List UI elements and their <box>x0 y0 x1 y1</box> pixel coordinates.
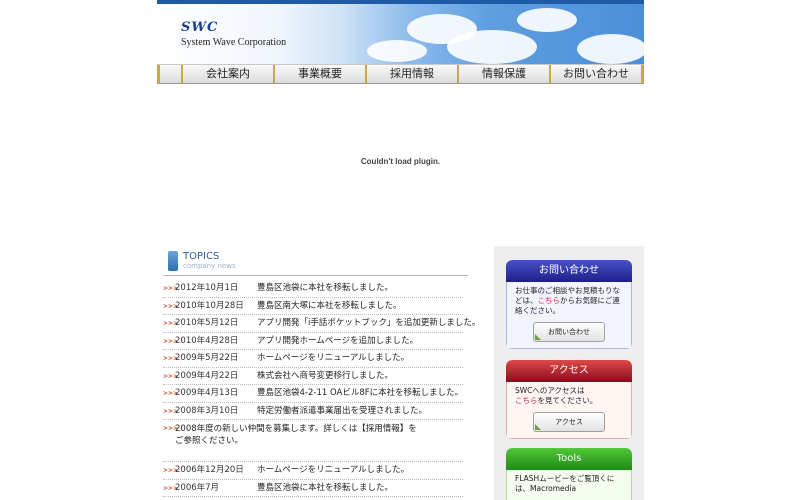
news-text: 豊島区南大塚に本社を移転しました。 <box>257 300 402 311</box>
news-date: 2010年4月28日 <box>175 335 239 346</box>
news-item: >>> 2006年7月 豊島区池袋に本社を移転しました。 <box>163 480 463 497</box>
news-text: 株式会社へ商号変更移行しました。 <box>257 370 394 381</box>
tools-box: Tools FLASHムービーをご覧頂くには、Macromedia <box>506 448 632 500</box>
access-button-label: アクセス <box>555 418 583 426</box>
news-item: >>> 2010年4月28日 アプリ開発ホームページを追加しました。 <box>163 333 463 350</box>
sidebar: お問い合わせ お仕事のご相談やお見積もりなどは、こちらからお気軽にご連絡ください… <box>494 246 644 500</box>
news-date: 2009年4月22日 <box>175 370 239 381</box>
topics-divider <box>163 275 468 276</box>
news-item: >>> 2009年4月13日 豊島区池袋4-2-11 OAビル8Fに本社を移転し… <box>163 385 463 403</box>
cloud-graphic <box>367 40 427 62</box>
nav-item-business[interactable]: 事業概要 <box>273 65 365 83</box>
plugin-error-message: Couldn't load plugin. <box>360 157 441 166</box>
contact-button-label: お問い合わせ <box>548 328 590 336</box>
topics-icon <box>168 251 178 271</box>
button-corner-icon <box>535 334 541 340</box>
news-list: >>> 2012年10月1日 豊島区池袋に本社を移転しました。 >>> 2010… <box>163 280 480 497</box>
access-box-text: を見てください。 <box>537 396 598 405</box>
news-date: 2010年10月28日 <box>175 300 244 311</box>
news-item: >>> 2010年10月28日 豊島区南大塚に本社を移転しました。 <box>163 298 463 315</box>
news-date: 2006年7月 <box>175 482 220 493</box>
news-text: 豊島区池袋4-2-11 OAビル8Fに本社を移転しました。 <box>257 388 464 398</box>
news-item: >>> 2008年3月10日 特定労働者派遣事業届出を受理されました。 <box>163 403 463 420</box>
news-item: >>> 2010年5月12日 アプリ開発「i手話ポケットブック」を追加更新しまし… <box>163 315 480 333</box>
access-link[interactable]: こちら <box>515 396 538 405</box>
page: SWC System Wave Corporation 会社案内 事業概要 採用… <box>0 0 800 500</box>
contact-box-body: お仕事のご相談やお見積もりなどは、こちらからお気軽にご連絡ください。 お問い合わ… <box>506 282 632 349</box>
news-item: >>> 2012年10月1日 豊島区池袋に本社を移転しました。 <box>163 280 463 298</box>
news-date: 2012年10月1日 <box>175 283 239 293</box>
news-item: >>> 2008年度の新しい仲間を募集します。詳しくは【採用情報】をご参照くださ… <box>163 420 463 462</box>
header-banner: SWC System Wave Corporation <box>157 0 644 64</box>
access-box-body: SWCへのアクセスは こちらを見てください。 アクセス <box>506 382 632 439</box>
news-text: 特定労働者派遣事業届出を受理されました。 <box>257 405 428 416</box>
news-text: 豊島区池袋に本社を移転しました。 <box>257 283 394 293</box>
company-name: System Wave Corporation <box>181 37 287 48</box>
news-date: 2006年12月20日 <box>175 465 244 475</box>
news-text: 2008年度の新しい仲間を募集します。詳しくは【採用情報】をご参照ください。 <box>175 424 417 446</box>
news-date: 2009年5月22日 <box>175 353 239 363</box>
nav-spacer <box>157 65 181 83</box>
company-logo[interactable]: SWC <box>181 20 218 35</box>
cloud-graphic <box>447 30 537 64</box>
tools-box-title: Tools <box>506 448 632 470</box>
access-box-text: SWCへのアクセスは <box>515 386 585 395</box>
news-date: 2008年3月10日 <box>175 405 239 416</box>
news-date: 2009年4月13日 <box>175 388 239 398</box>
news-text: アプリ開発ホームページを追加しました。 <box>257 335 419 346</box>
news-date: 2010年5月12日 <box>175 318 239 328</box>
main-nav: 会社案内 事業概要 採用情報 情報保護 お問い合わせ <box>157 64 644 84</box>
nav-item-recruit[interactable]: 採用情報 <box>365 65 457 83</box>
topics-title: TOPICS <box>183 251 220 262</box>
contact-box-title: お問い合わせ <box>506 260 632 282</box>
contact-link[interactable]: こちら <box>538 296 561 305</box>
access-box-title: アクセス <box>506 360 632 382</box>
news-item: >>> 2009年4月22日 株式会社へ商号変更移行しました。 <box>163 368 463 385</box>
nav-item-company[interactable]: 会社案内 <box>181 65 273 83</box>
access-button[interactable]: アクセス <box>533 412 605 432</box>
nav-item-contact[interactable]: お問い合わせ <box>549 65 644 83</box>
news-text: ホームページをリニューアルしました。 <box>257 465 410 475</box>
news-item: >>> 2006年12月20日 ホームページをリニューアルしました。 <box>163 462 463 480</box>
tools-box-text: FLASHムービーをご覧頂くには、Macromedia <box>515 474 615 493</box>
topics-header: TOPICS company news <box>163 248 468 276</box>
news-text: ホームページをリニューアルしました。 <box>257 353 410 363</box>
cloud-graphic <box>577 34 644 64</box>
contact-box: お問い合わせ お仕事のご相談やお見積もりなどは、こちらからお気軽にご連絡ください… <box>506 260 632 349</box>
news-text: 豊島区池袋に本社を移転しました。 <box>257 482 394 493</box>
button-corner-icon <box>535 424 541 430</box>
cloud-graphic <box>517 8 577 32</box>
topics-subtitle: company news <box>183 262 236 270</box>
access-box: アクセス SWCへのアクセスは こちらを見てください。 アクセス <box>506 360 632 439</box>
news-item: >>> 2009年5月22日 ホームページをリニューアルしました。 <box>163 350 463 368</box>
tools-box-body: FLASHムービーをご覧頂くには、Macromedia <box>506 470 632 500</box>
nav-item-privacy[interactable]: 情報保護 <box>457 65 549 83</box>
plugin-area[interactable]: Couldn't load plugin. <box>157 85 644 243</box>
contact-button[interactable]: お問い合わせ <box>533 322 605 342</box>
news-text: アプリ開発「i手話ポケットブック」を追加更新しました。 <box>257 318 481 328</box>
